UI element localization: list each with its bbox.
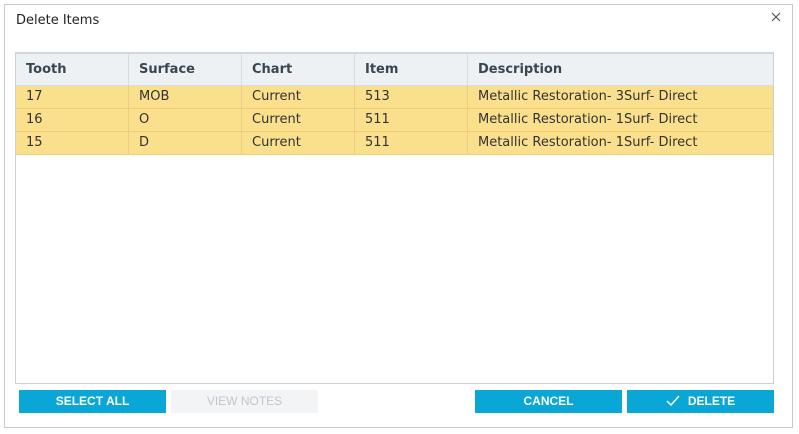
grid-header: Tooth Surface Chart Item Description [16,54,773,86]
cell-chart: Current [242,86,355,108]
select-all-button[interactable]: SELECT ALL [19,390,166,413]
dialog-title: Delete Items [16,13,100,28]
check-icon [666,395,680,406]
cell-chart: Current [242,132,355,154]
cell-description: Metallic Restoration- 1Surf- Direct [478,112,698,127]
column-header-surface[interactable]: Surface [129,54,242,85]
delete-button-label: DELETE [687,394,736,408]
close-button[interactable] [769,10,783,24]
cancel-button[interactable]: CANCEL [475,390,622,413]
cell-chart: Current [242,109,355,131]
column-header-tooth[interactable]: Tooth [16,54,129,85]
cell-surface: MOB [129,86,242,108]
cell-item: 513 [355,86,468,108]
close-icon [771,12,781,22]
table-row[interactable]: 17 MOB Current 513 Metallic Restoration-… [16,86,773,109]
table-row[interactable]: 15 D Current 511 Metallic Restoration- 1… [16,132,773,155]
cell-surface: D [129,132,242,154]
view-notes-button[interactable]: VIEW NOTES [171,390,318,413]
column-header-chart[interactable]: Chart [242,54,355,85]
cell-description: Metallic Restoration- 1Surf- Direct [478,135,698,150]
cell-tooth: 17 [16,86,129,108]
delete-button[interactable]: DELETE [627,390,774,413]
column-header-description[interactable]: Description [468,54,773,85]
cell-item: 511 [355,109,468,131]
cell-tooth: 16 [16,109,129,131]
items-grid: Tooth Surface Chart Item Description 17 … [15,52,774,384]
column-header-item[interactable]: Item [355,54,468,85]
cell-description: Metallic Restoration- 3Surf- Direct [478,89,698,104]
delete-items-dialog: Delete Items Tooth Surface Chart Item De… [4,4,793,428]
cell-tooth: 15 [16,132,129,154]
table-row[interactable]: 16 O Current 511 Metallic Restoration- 1… [16,109,773,132]
cell-surface: O [129,109,242,131]
cell-item: 511 [355,132,468,154]
